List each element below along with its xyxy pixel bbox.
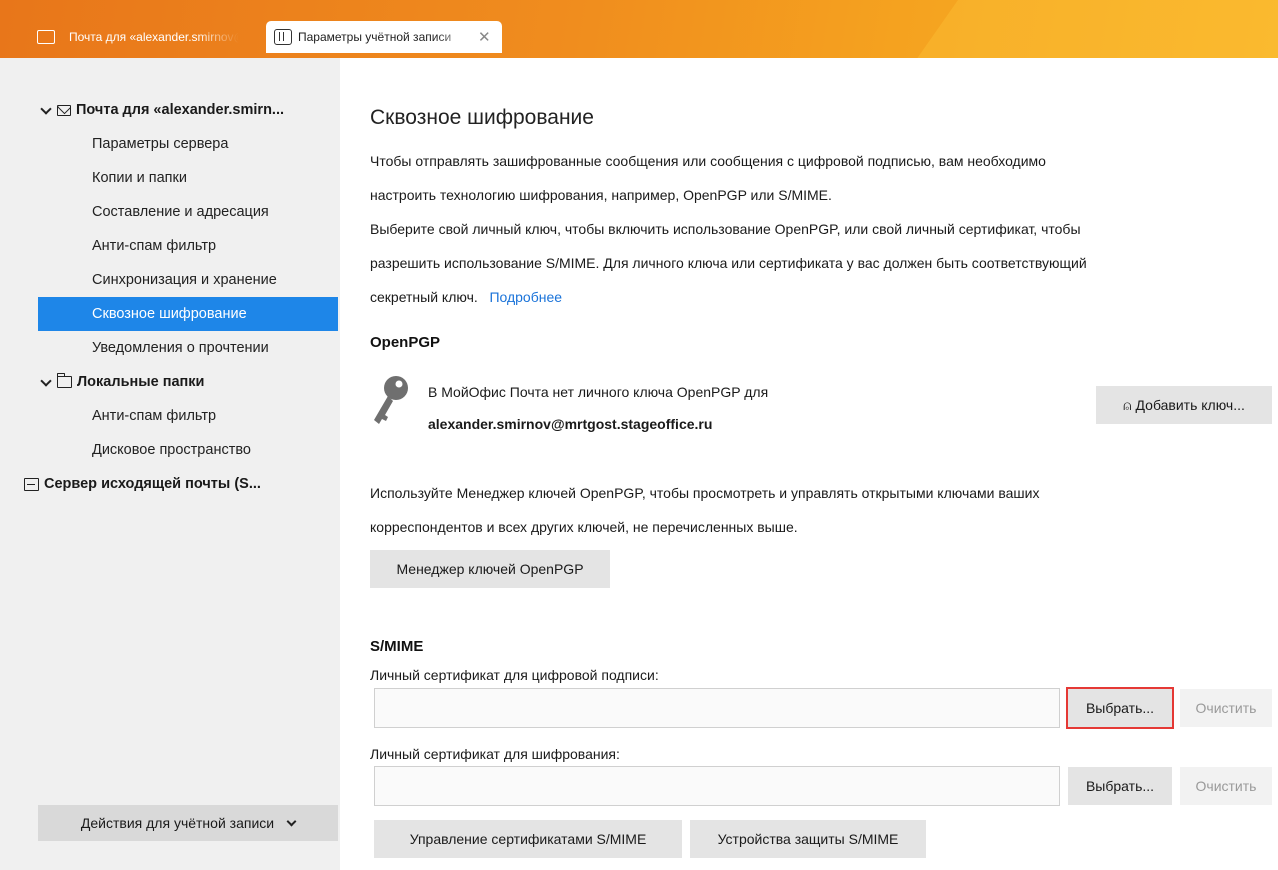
tab-mail-label: Почта для «alexander.smirnov@mrtgost.sta… xyxy=(69,30,239,44)
tabbar-decoration xyxy=(887,0,1278,58)
learn-more-link[interactable]: Подробнее xyxy=(489,289,562,305)
account-local-folders[interactable]: Локальные папки xyxy=(38,365,338,399)
close-tab-icon[interactable]: ✕ xyxy=(478,28,491,46)
smime-heading: S/MIME xyxy=(370,638,424,655)
sidebar-item-label: Анти-спам фильтр xyxy=(92,238,217,254)
smime-security-devices-button[interactable]: Устройства защиты S/MIME xyxy=(690,820,926,858)
sidebar-item-server-settings[interactable]: Параметры сервера xyxy=(38,127,338,161)
tab-bar: Почта для «alexander.smirnov@mrtgost.sta… xyxy=(0,0,1278,58)
sidebar-item-outgoing-server[interactable]: Сервер исходящей почты (S... xyxy=(0,467,338,501)
account-actions-button[interactable]: Действия для учётной записи xyxy=(38,805,338,841)
select-encrypt-cert-label: Выбрать... xyxy=(1085,778,1155,794)
openpgp-heading: OpenPGP xyxy=(370,334,441,351)
sidebar-item-label: Составление и адресация xyxy=(92,204,269,220)
clear-encrypt-cert-button[interactable]: Очистить xyxy=(1180,767,1272,805)
add-key-button[interactable]: ⍝ Добавить ключ... xyxy=(1096,386,1272,424)
select-sign-cert-label: Выбрать... xyxy=(1085,700,1155,716)
key-icon xyxy=(374,376,408,424)
account-tree: Почта для «alexander.smirn... Параметры … xyxy=(24,93,338,501)
settings-pane: Сквозное шифрование Чтобы отправлять заш… xyxy=(340,58,1278,870)
openpgp-status: В МойОфис Почта нет личного ключа OpenPG… xyxy=(428,376,768,440)
select-line-1: Выберите свой личный ключ, чтобы включит… xyxy=(370,221,1081,237)
manager-info-line-1: Используйте Менеджер ключей OpenPGP, что… xyxy=(370,485,1040,501)
account-mail[interactable]: Почта для «alexander.smirn... xyxy=(38,93,338,127)
select-sign-cert-button[interactable]: Выбрать... xyxy=(1066,687,1174,729)
sidebar-item-sync-storage[interactable]: Синхронизация и хранение xyxy=(38,263,338,297)
manage-smime-certs-button[interactable]: Управление сертификатами S/MIME xyxy=(374,820,682,858)
sidebar-item-label: Дисковое пространство xyxy=(92,442,251,458)
settings-icon xyxy=(274,29,292,45)
sign-cert-field[interactable] xyxy=(374,688,1060,728)
smime-security-devices-label: Устройства защиты S/MIME xyxy=(717,831,899,847)
select-encrypt-cert-button[interactable]: Выбрать... xyxy=(1068,767,1172,805)
sidebar-item-disk-space[interactable]: Дисковое пространство xyxy=(38,433,338,467)
sidebar-item-label: Параметры сервера xyxy=(92,136,229,152)
sidebar-item-junk-filter[interactable]: Анти-спам фильтр xyxy=(38,229,338,263)
clear-sign-cert-label: Очистить xyxy=(1195,700,1257,716)
folder-icon xyxy=(56,373,72,388)
intro-text: Чтобы отправлять зашифрованные сообщения… xyxy=(370,144,1087,314)
encrypt-cert-label: Личный сертификат для шифрования: xyxy=(370,746,620,762)
account-email: alexander.smirnov@mrtgost.stageoffice.ru xyxy=(428,416,713,432)
sidebar-item-label: Синхронизация и хранение xyxy=(92,272,277,288)
page-title: Сквозное шифрование xyxy=(370,106,594,129)
select-line-3: секретный ключ. xyxy=(370,289,478,305)
sidebar-item-copies-folders[interactable]: Копии и папки xyxy=(38,161,338,195)
manage-smime-certs-label: Управление сертификатами S/MIME xyxy=(409,831,647,847)
chevron-down-icon[interactable] xyxy=(41,105,51,115)
clear-encrypt-cert-label: Очистить xyxy=(1195,778,1257,794)
intro-line-1: Чтобы отправлять зашифрованные сообщения… xyxy=(370,153,1046,169)
clear-sign-cert-button[interactable]: Очистить xyxy=(1180,689,1272,727)
account-local-folders-label: Локальные папки xyxy=(77,374,205,390)
tab-account-settings-label: Параметры учётной записи xyxy=(298,30,452,44)
sidebar-item-label: Уведомления о прочтении xyxy=(92,340,269,356)
manager-info: Используйте Менеджер ключей OpenPGP, что… xyxy=(370,476,1039,544)
add-user-icon: ⍝ xyxy=(1123,396,1132,413)
sidebar-item-composition[interactable]: Составление и адресация xyxy=(38,195,338,229)
tab-mail[interactable]: Почта для «alexander.smirnov@mrtgost.sta… xyxy=(26,21,260,53)
envelope-icon xyxy=(57,104,71,116)
account-mail-label: Почта для «alexander.smirn... xyxy=(76,102,285,118)
sidebar-item-label: Сквозное шифрование xyxy=(92,306,247,322)
encrypt-cert-field[interactable] xyxy=(374,766,1060,806)
openpgp-key-manager-label: Менеджер ключей OpenPGP xyxy=(396,561,584,577)
outgoing-server-label: Сервер исходящей почты (S... xyxy=(44,476,261,492)
chevron-down-icon[interactable] xyxy=(41,377,51,387)
sign-cert-label: Личный сертификат для цифровой подписи: xyxy=(370,667,659,683)
account-tree-sidebar: Почта для «alexander.smirn... Параметры … xyxy=(0,58,340,870)
sidebar-item-e2e-encryption[interactable]: Сквозное шифрование xyxy=(38,297,338,331)
add-key-label: Добавить ключ... xyxy=(1135,397,1245,413)
account-actions-label: Действия для учётной записи xyxy=(80,815,275,831)
outbox-icon xyxy=(24,477,39,491)
intro-line-2: настроить технологию шифрования, наприме… xyxy=(370,187,832,203)
chevron-down-icon xyxy=(286,816,297,826)
openpgp-key-manager-button[interactable]: Менеджер ключей OpenPGP xyxy=(370,550,610,588)
folder-icon xyxy=(37,30,55,44)
manager-info-line-2: корреспондентов и всех других ключей, не… xyxy=(370,519,798,535)
no-key-text: В МойОфис Почта нет личного ключа OpenPG… xyxy=(428,384,769,400)
sidebar-item-local-junk-filter[interactable]: Анти-спам фильтр xyxy=(38,399,338,433)
select-line-3-wrap: секретный ключ. Подробнее xyxy=(370,280,1087,314)
tab-account-settings[interactable]: Параметры учётной записи ✕ xyxy=(266,21,502,53)
sidebar-item-label: Копии и папки xyxy=(92,170,187,186)
select-line-2: разрешить использование S/MIME. Для личн… xyxy=(370,255,1087,271)
sidebar-item-return-receipts[interactable]: Уведомления о прочтении xyxy=(38,331,338,365)
sidebar-item-label: Анти-спам фильтр xyxy=(92,408,217,424)
